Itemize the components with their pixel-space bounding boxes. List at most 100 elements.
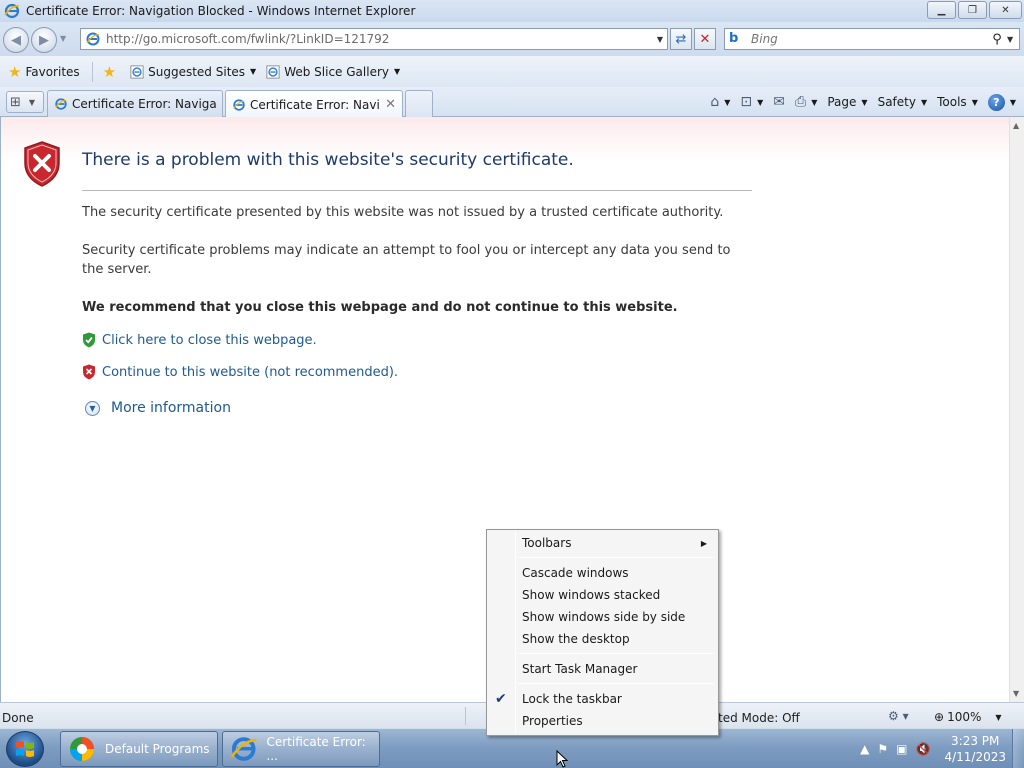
ie-logo-icon — [4, 3, 20, 19]
search-box[interactable]: b ⚲ ▼ — [724, 28, 1020, 50]
rss-feed-icon: ⊡ — [740, 94, 753, 110]
taskbar-default-programs[interactable]: Default Programs — [60, 731, 218, 767]
close-tab-icon[interactable]: ✕ — [385, 97, 396, 112]
security-warning: Security certificate problems may indica… — [82, 243, 731, 277]
minimize-button[interactable]: ▁ — [927, 1, 956, 19]
taskbar-label: Certificate Error: ... — [266, 735, 366, 763]
more-information-label[interactable]: More information — [111, 400, 231, 416]
feeds-button[interactable]: ⊡ ▼ — [740, 94, 763, 110]
favorites-star-icon: ★ — [8, 62, 22, 81]
help-icon: ? — [987, 93, 1005, 111]
quick-tabs-icon: ⊞ — [10, 94, 21, 110]
taskbar-internet-explorer[interactable]: Certificate Error: ... — [222, 731, 380, 767]
forward-button[interactable]: ▶ — [31, 27, 57, 53]
scroll-down-icon[interactable]: ▼ — [1013, 689, 1019, 698]
menu-item-cascade-windows[interactable]: Cascade windows — [489, 562, 716, 584]
ie-page-icon — [55, 98, 67, 110]
show-hidden-icons-icon[interactable]: ▲ — [860, 742, 869, 756]
menu-item-label: Cascade windows — [522, 566, 629, 580]
recent-pages-dropdown[interactable]: ▼ — [60, 34, 66, 43]
menu-item-show-windows-stacked[interactable]: Show windows stacked — [489, 584, 716, 606]
continue-to-website-link[interactable]: Continue to this website (not recommende… — [82, 364, 398, 380]
stop-icon: ✕ — [699, 31, 711, 47]
chevron-down-icon[interactable]: ▼ — [757, 98, 763, 107]
tab-2-active[interactable]: Certificate Error: Navig... ✕ — [225, 90, 403, 118]
address-bar[interactable]: http://go.microsoft.com/fwlink/?LinkID=1… — [80, 28, 668, 50]
quick-tabs-button[interactable]: ⊞ ▼ — [6, 91, 44, 113]
search-options-dropdown-icon[interactable]: ▼ — [1007, 35, 1019, 44]
url-text[interactable]: http://go.microsoft.com/fwlink/?LinkID=1… — [106, 32, 653, 46]
title-bar: Certificate Error: Navigation Blocked - … — [0, 0, 1024, 22]
close-webpage-link[interactable]: Click here to close this webpage. — [82, 332, 317, 348]
home-button[interactable]: ⌂ ▼ — [710, 94, 730, 110]
close-icon: ✕ — [1001, 4, 1010, 16]
menu-item-label: Start Task Manager — [522, 662, 638, 676]
search-icon[interactable]: ⚲ — [987, 32, 1007, 47]
continue-website-label[interactable]: Continue to this website (not recommende… — [102, 365, 398, 380]
mail-icon: ✉ — [773, 94, 785, 110]
address-dropdown-icon[interactable]: ▼ — [653, 35, 667, 44]
mouse-cursor-icon — [556, 750, 568, 768]
close-webpage-label[interactable]: Click here to close this webpage. — [102, 333, 317, 348]
safety-menu[interactable]: Safety ▼ — [878, 95, 928, 109]
search-input[interactable] — [751, 32, 987, 46]
refresh-button[interactable]: ⇄ — [670, 28, 692, 50]
new-tab-button[interactable] — [405, 90, 433, 117]
security-zone-icon[interactable]: ⚙ ▾ — [888, 709, 909, 723]
chevron-down-icon: ▼ — [1009, 97, 1016, 107]
tab-list-dropdown-icon[interactable]: ▼ — [29, 98, 35, 107]
certificate-explanation: The security certificate presented by th… — [82, 205, 724, 220]
menu-item-label: Lock the taskbar — [522, 692, 622, 706]
submenu-arrow-icon: ▶ — [700, 538, 707, 548]
red-shield-x-icon — [83, 364, 95, 380]
navigation-bar: ◀ ▶ ▼ http://go.microsoft.com/fwlink/?Li… — [0, 22, 1024, 56]
menu-item-label: Properties — [522, 714, 583, 728]
default-programs-icon — [70, 737, 94, 761]
menu-item-label: Toolbars — [522, 536, 572, 550]
chevron-down-icon: ▼ — [861, 97, 868, 107]
scroll-up-icon[interactable]: ▲ — [1013, 121, 1019, 130]
home-icon: ⌂ — [710, 94, 720, 110]
chevron-down-icon[interactable]: ▼ — [724, 98, 730, 107]
print-button[interactable]: ⎙ ▼ — [795, 94, 817, 110]
protected-mode-status[interactable]: ted Mode: Off — [718, 711, 800, 725]
chevron-down-icon[interactable]: ▼ — [995, 713, 1001, 722]
network-icon[interactable]: ▣ — [896, 742, 907, 756]
close-window-button[interactable]: ✕ — [989, 1, 1022, 19]
back-button[interactable]: ◀ — [3, 27, 29, 53]
menu-item-lock-taskbar[interactable]: ✔ Lock the taskbar — [489, 688, 716, 710]
favorites-button[interactable]: ★ Favorites — [0, 63, 80, 81]
menu-separator — [518, 653, 714, 654]
add-to-favorites-bar-button[interactable]: ★ — [99, 63, 120, 81]
zoom-level: 100% — [947, 710, 982, 724]
action-center-flag-icon[interactable]: ⚑ — [877, 742, 888, 756]
page-menu-label: Page — [827, 95, 857, 109]
printer-icon: ⎙ — [795, 94, 807, 110]
safety-menu-label: Safety — [877, 95, 916, 109]
menu-item-properties[interactable]: Properties — [489, 710, 716, 732]
volume-muted-icon[interactable]: 🔇 — [916, 742, 931, 756]
web-slice-gallery-button[interactable]: Web Slice Gallery ▼ — [266, 65, 400, 79]
restore-button[interactable]: ❐ — [958, 1, 987, 19]
refresh-icon: ⇄ — [675, 31, 687, 47]
suggested-sites-button[interactable]: Suggested Sites ▼ — [130, 65, 256, 79]
ie-page-icon — [130, 64, 144, 79]
clock[interactable]: 3:23 PM 4/11/2023 — [944, 733, 1006, 765]
clock-date: 4/11/2023 — [944, 750, 1006, 764]
page-menu[interactable]: Page ▼ — [827, 95, 867, 109]
start-button[interactable] — [6, 731, 44, 767]
tab-1[interactable]: Certificate Error: Navigatio... — [47, 90, 223, 117]
more-information-toggle[interactable]: ▼ More information — [85, 400, 231, 416]
vertical-scrollbar[interactable]: ▲ ▼ — [1009, 117, 1024, 702]
stop-button[interactable]: ✕ — [694, 28, 716, 50]
help-menu[interactable]: ? ▼ — [987, 93, 1016, 111]
menu-item-toolbars[interactable]: Toolbars ▶ — [489, 532, 716, 554]
menu-item-start-task-manager[interactable]: Start Task Manager — [489, 658, 716, 680]
menu-item-show-windows-side-by-side[interactable]: Show windows side by side — [489, 606, 716, 628]
zoom-control[interactable]: ⊕ 100% ▼ — [934, 710, 1002, 724]
read-mail-button[interactable]: ✉ — [773, 94, 785, 110]
chevron-down-icon[interactable]: ▼ — [811, 98, 817, 107]
menu-item-show-desktop[interactable]: Show the desktop — [489, 628, 716, 650]
tools-menu[interactable]: Tools ▼ — [937, 95, 978, 109]
show-desktop-button[interactable] — [1012, 729, 1024, 768]
